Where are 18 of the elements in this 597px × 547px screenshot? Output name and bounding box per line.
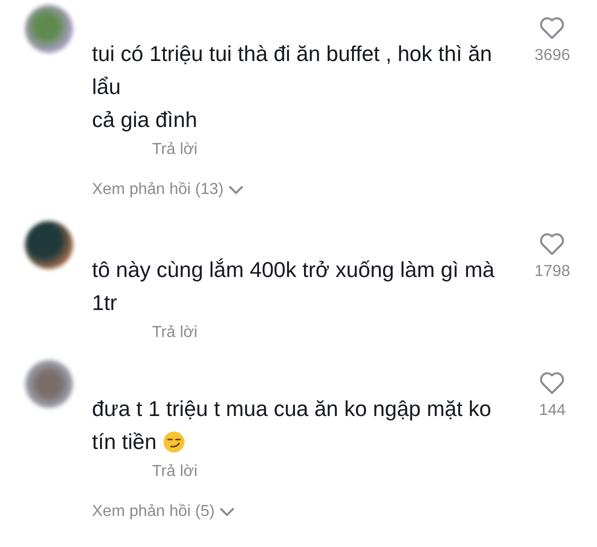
comment-text: đưa t 1 triệu t mua cua ăn ko ngập mặt ko tín tiền — [92, 396, 492, 456]
avatar[interactable] — [25, 221, 73, 269]
reply-link[interactable]: Trả lời — [152, 321, 198, 345]
reply-link[interactable]: Trả lời — [152, 138, 198, 162]
chevron-down-icon — [228, 185, 244, 195]
heart-icon[interactable] — [539, 16, 566, 40]
heart-icon[interactable] — [539, 232, 566, 256]
view-replies-button[interactable]: Xem phản hồi (13) — [92, 178, 244, 202]
view-replies-button[interactable]: Xem phản hồi (5) — [92, 500, 235, 524]
chevron-down-icon — [218, 507, 235, 517]
comment-text: tui có 1triệu tui thà đi ăn buffet , hok thì ăn lẩu cả gia đình — [92, 41, 494, 134]
comment-text: tô này cùng lắm 400k trở xuống làm gì mà 1tr — [92, 257, 496, 317]
smirk-emoji-icon — [162, 431, 185, 453]
like-count: 144 — [539, 401, 566, 421]
like-count: 3696 — [534, 46, 570, 66]
heart-icon[interactable] — [539, 371, 566, 395]
like-count: 1798 — [534, 262, 570, 282]
reply-link[interactable]: Trả lời — [152, 460, 198, 484]
